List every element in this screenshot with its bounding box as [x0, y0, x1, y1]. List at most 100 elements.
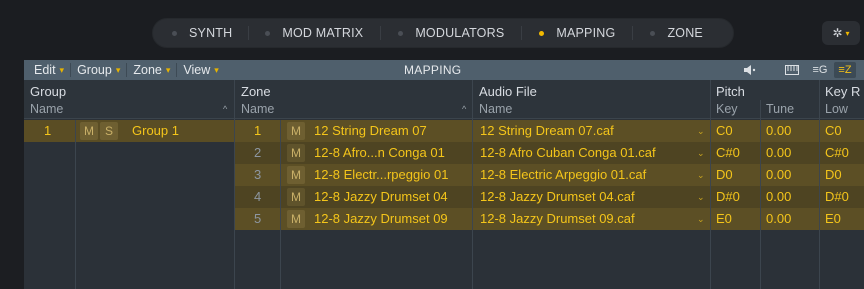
table-row[interactable]: 5 M 12-8 Jazzy Drumset 09 12-8 Jazzy Dru… — [24, 208, 864, 230]
zone-menu[interactable]: Zone ▾ — [133, 63, 170, 77]
zone-mute-button[interactable]: M — [287, 144, 305, 162]
tab-mod-matrix[interactable]: MOD MATRIX — [265, 18, 363, 48]
menu-label: Group — [77, 63, 112, 77]
speaker-icon — [744, 65, 756, 75]
key-value[interactable]: E0 — [716, 208, 732, 230]
tune-value[interactable]: 0.00 — [766, 142, 791, 164]
group-solo-button[interactable]: S — [100, 122, 118, 140]
menu-divider — [126, 63, 128, 77]
zone-mute-button[interactable]: M — [287, 210, 305, 228]
zone-number: 5 — [254, 211, 262, 226]
zone-name[interactable]: 12-8 Afro...n Conga 01 — [314, 142, 474, 164]
table-row[interactable]: 2 M 12-8 Afro...n Conga 01 12-8 Afro Cub… — [24, 142, 864, 164]
keyboard-icon — [785, 65, 799, 75]
tab-zone[interactable]: ZONE — [650, 18, 703, 48]
mapping-panel: Edit ▾ Group ▾ Zone ▾ View ▾ MAPPING ≡G ≡Z G… — [24, 60, 864, 289]
tune-value[interactable]: 0.00 — [766, 164, 791, 186]
column-divider — [234, 80, 235, 289]
group-list-button[interactable]: ≡G — [810, 62, 830, 78]
pitch-header: Pitch — [716, 84, 745, 99]
audio-file-name[interactable]: 12 String Dream 07.caf — [480, 120, 690, 142]
low-column[interactable]: Low — [825, 102, 848, 116]
tab-indicator — [265, 30, 271, 36]
tab-mapping[interactable]: MAPPING — [539, 18, 615, 48]
zone-number: 2 — [254, 145, 262, 160]
group-name-column[interactable]: Name — [30, 102, 63, 116]
low-value[interactable]: E0 — [825, 208, 841, 230]
settings-button[interactable]: ✲ ▾ — [822, 21, 860, 45]
audio-file-name[interactable]: 12-8 Jazzy Drumset 04.caf — [480, 186, 690, 208]
low-value[interactable]: D0 — [825, 164, 842, 186]
key-value[interactable]: C#0 — [716, 142, 740, 164]
tab-divider — [521, 26, 523, 40]
zone-name[interactable]: 12-8 Jazzy Drumset 09 — [314, 208, 474, 230]
sort-ascending-icon[interactable]: ^ — [462, 104, 466, 114]
key-value[interactable]: C0 — [716, 120, 733, 142]
group-mute-button[interactable]: M — [80, 122, 98, 140]
chevron-down-icon: ▾ — [59, 64, 65, 75]
audio-file-header: Audio File — [479, 84, 537, 99]
column-divider — [819, 80, 820, 289]
view-menu[interactable]: View ▾ — [183, 63, 218, 77]
zone-mute-button[interactable]: M — [287, 122, 305, 140]
gear-icon: ✲ — [832, 26, 843, 40]
low-value[interactable]: C0 — [825, 120, 842, 142]
keyboard-view-button[interactable] — [782, 62, 802, 78]
tab-indicator — [650, 30, 656, 36]
group-header: Group — [30, 84, 67, 99]
zone-number: 1 — [254, 123, 262, 138]
zone-name[interactable]: 12-8 Jazzy Drumset 04 — [314, 186, 474, 208]
zone-name[interactable]: 12 String Dream 07 — [314, 120, 474, 142]
chevron-down-icon: ▾ — [165, 64, 171, 75]
key-value[interactable]: D0 — [716, 164, 733, 186]
tab-synth[interactable]: SYNTH — [172, 18, 232, 48]
table-row[interactable]: 3 M 12-8 Electr...rpeggio 01 12-8 Electr… — [24, 164, 864, 186]
menu-label: Zone — [133, 63, 162, 77]
zone-list-button[interactable]: ≡Z — [834, 62, 856, 78]
zone-name-column[interactable]: Name — [241, 102, 274, 116]
group-row-bg — [24, 120, 234, 142]
edit-menu[interactable]: Edit ▾ — [34, 63, 64, 77]
zone-list-icon: ≡Z — [838, 64, 852, 76]
mapping-toolbar: Edit ▾ Group ▾ Zone ▾ View ▾ MAPPING ≡G ≡Z — [24, 60, 864, 80]
zone-mute-button[interactable]: M — [287, 188, 305, 206]
tune-value[interactable]: 0.00 — [766, 186, 791, 208]
tab-indicator-active — [539, 30, 545, 36]
key-value[interactable]: D#0 — [716, 186, 740, 208]
tune-value[interactable]: 0.00 — [766, 120, 791, 142]
chevron-down-icon[interactable]: ⌄ — [697, 186, 705, 208]
table-row[interactable]: 1 M S Group 1 1 M 12 String Dream 07 12 … — [24, 120, 864, 142]
chevron-down-icon: ▾ — [214, 64, 219, 75]
tab-indicator — [398, 30, 404, 36]
tab-divider — [380, 26, 382, 40]
tab-divider — [248, 26, 250, 40]
tune-value[interactable]: 0.00 — [766, 208, 791, 230]
low-value[interactable]: C#0 — [825, 142, 849, 164]
chevron-down-icon[interactable]: ⌄ — [697, 164, 705, 186]
chevron-down-icon[interactable]: ⌄ — [697, 208, 705, 230]
tab-modulators[interactable]: MODULATORS — [398, 18, 504, 48]
menu-label: View — [183, 63, 211, 77]
low-value[interactable]: D#0 — [825, 186, 849, 208]
audio-file-name[interactable]: 12-8 Afro Cuban Conga 01.caf — [480, 142, 690, 164]
zone-name[interactable]: 12-8 Electr...rpeggio 01 — [314, 164, 474, 186]
tune-column[interactable]: Tune — [766, 102, 794, 116]
column-divider — [760, 100, 761, 289]
column-divider — [75, 120, 76, 289]
key-range-header: Key R — [825, 84, 861, 99]
top-bar: SYNTH MOD MATRIX MODULATORS MAPPING ZONE… — [0, 0, 864, 60]
speaker-button[interactable] — [740, 62, 760, 78]
audio-file-name[interactable]: 12-8 Electric Arpeggio 01.caf — [480, 164, 690, 186]
chevron-down-icon[interactable]: ⌄ — [697, 142, 705, 164]
chevron-down-icon[interactable]: ⌄ — [697, 120, 705, 142]
group-name[interactable]: Group 1 — [132, 120, 179, 142]
audio-file-name[interactable]: 12-8 Jazzy Drumset 09.caf — [480, 208, 690, 230]
sort-ascending-icon[interactable]: ^ — [223, 104, 227, 114]
audio-name-column[interactable]: Name — [479, 102, 512, 116]
zone-mute-button[interactable]: M — [287, 166, 305, 184]
group-list-icon: ≡G — [812, 64, 828, 76]
key-column[interactable]: Key — [716, 102, 738, 116]
zone-number: 3 — [254, 167, 262, 182]
group-menu[interactable]: Group ▾ — [77, 63, 120, 77]
table-row[interactable]: 4 M 12-8 Jazzy Drumset 04 12-8 Jazzy Dru… — [24, 186, 864, 208]
